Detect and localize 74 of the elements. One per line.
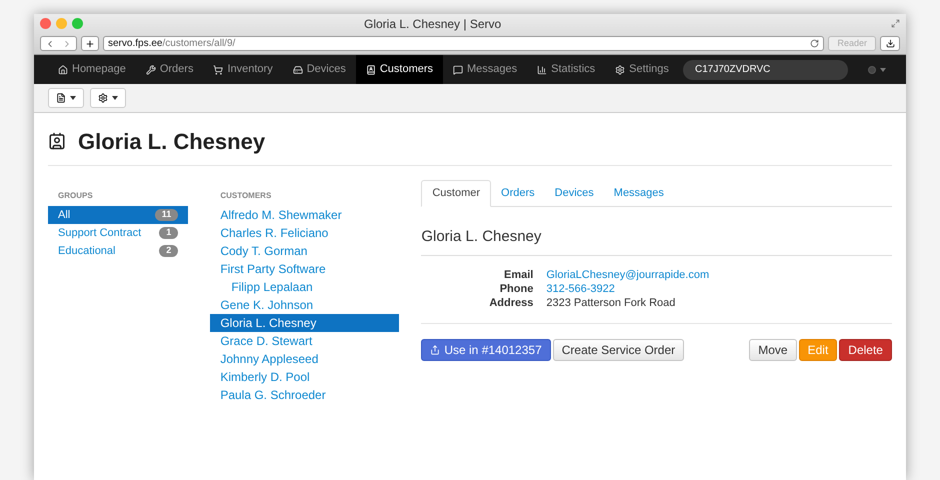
- fullscreen-icon[interactable]: [891, 19, 900, 28]
- document-icon: [56, 93, 66, 103]
- count-badge: 1: [159, 227, 178, 239]
- tab[interactable]: Devices: [544, 180, 604, 207]
- customer-item[interactable]: Grace D. Stewart: [210, 332, 400, 350]
- customer-item[interactable]: First Party Software: [210, 260, 400, 278]
- nav-item[interactable]: Inventory: [203, 55, 283, 84]
- field-link[interactable]: 312-566-3922: [546, 282, 615, 296]
- close-window-button[interactable]: [40, 18, 51, 30]
- window-title: Gloria L. Chesney | Servo: [364, 16, 502, 33]
- count-badge: 11: [154, 209, 178, 221]
- count-badge: 2: [159, 245, 178, 257]
- chat-icon: [453, 64, 464, 74]
- group-label: All: [58, 208, 70, 223]
- download-icon: [886, 39, 894, 48]
- settings-icon: [615, 64, 626, 74]
- contact-card-icon: [48, 132, 66, 150]
- url-host: servo.fps.ee: [108, 37, 162, 52]
- group-item[interactable]: Educational 2: [48, 242, 188, 260]
- nav-item[interactable]: Customers: [356, 55, 444, 84]
- customer-item[interactable]: Alfredo M. Shewmaker: [210, 206, 400, 224]
- customer-item[interactable]: Cody T. Gorman: [210, 242, 400, 260]
- group-label: Support Contract: [58, 226, 142, 241]
- action-button[interactable]: Edit: [798, 338, 838, 360]
- search-field[interactable]: C17J70ZVDRVC: [683, 60, 848, 80]
- nav-item[interactable]: Homepage: [48, 55, 136, 84]
- tab[interactable]: Orders: [491, 180, 545, 207]
- page-title: Gloria L. Chesney: [78, 128, 266, 156]
- settings-menu-button[interactable]: [90, 88, 126, 108]
- nav-item[interactable]: Devices: [282, 55, 356, 84]
- action-button[interactable]: Delete: [839, 338, 892, 360]
- section-heading: CUSTOMERS: [219, 190, 272, 202]
- contact-book-icon: [366, 64, 376, 74]
- tab[interactable]: Messages: [604, 180, 674, 207]
- nav-item[interactable]: Orders: [136, 55, 204, 84]
- plus-icon: [85, 38, 95, 49]
- group-item[interactable]: Support Contract 1: [48, 224, 188, 242]
- field-link[interactable]: GloriaLChesney@jourrapide.com: [546, 268, 710, 282]
- field-label: Address: [488, 296, 534, 310]
- add-tab-button[interactable]: [81, 36, 99, 52]
- customer-item[interactable]: Johnny Appleseed: [210, 350, 400, 368]
- reader-button[interactable]: Reader: [828, 36, 876, 52]
- settings-icon: [98, 93, 108, 103]
- field-value: 2323 Patterson Fork Road: [546, 296, 676, 310]
- group-item[interactable]: All 11: [48, 206, 188, 224]
- field-label: Phone: [498, 282, 534, 296]
- reload-icon[interactable]: [810, 39, 820, 48]
- customer-item[interactable]: Gene K. Johnson: [210, 296, 400, 314]
- customer-item[interactable]: Charles R. Feliciano: [210, 224, 400, 242]
- section-heading: GROUPS: [57, 190, 94, 202]
- action-button[interactable]: Move: [749, 338, 797, 360]
- field-label: Email: [502, 268, 534, 282]
- share-icon: [430, 344, 440, 354]
- group-label: Educational: [58, 244, 116, 259]
- bar-chart-icon: [537, 64, 548, 74]
- url-path: /customers/all/9/: [162, 37, 236, 52]
- cart-icon: [213, 64, 224, 74]
- home-icon: [58, 64, 68, 74]
- tab[interactable]: Customer: [421, 180, 492, 207]
- document-menu-button[interactable]: [48, 88, 84, 108]
- customer-item[interactable]: Filipp Lepalaan: [210, 278, 400, 296]
- nav-item[interactable]: Statistics: [527, 55, 606, 84]
- drive-icon: [292, 64, 303, 74]
- nav-item[interactable]: Messages: [443, 55, 528, 84]
- use-in-order-button[interactable]: Use in #14012357: [421, 338, 551, 360]
- customer-name: Gloria L. Chesney: [421, 226, 892, 256]
- customer-item[interactable]: Paula G. Schroeder: [210, 386, 400, 404]
- nav-item[interactable]: Settings: [605, 55, 679, 84]
- wrench-icon: [146, 64, 156, 74]
- customer-item[interactable]: Kimberly D. Pool: [210, 368, 400, 386]
- action-button[interactable]: Create Service Order: [552, 338, 684, 360]
- downloads-button[interactable]: [880, 36, 900, 52]
- address-field[interactable]: servo.fps.ee/customers/all/9/: [103, 36, 824, 52]
- customer-item[interactable]: Gloria L. Chesney: [210, 314, 400, 332]
